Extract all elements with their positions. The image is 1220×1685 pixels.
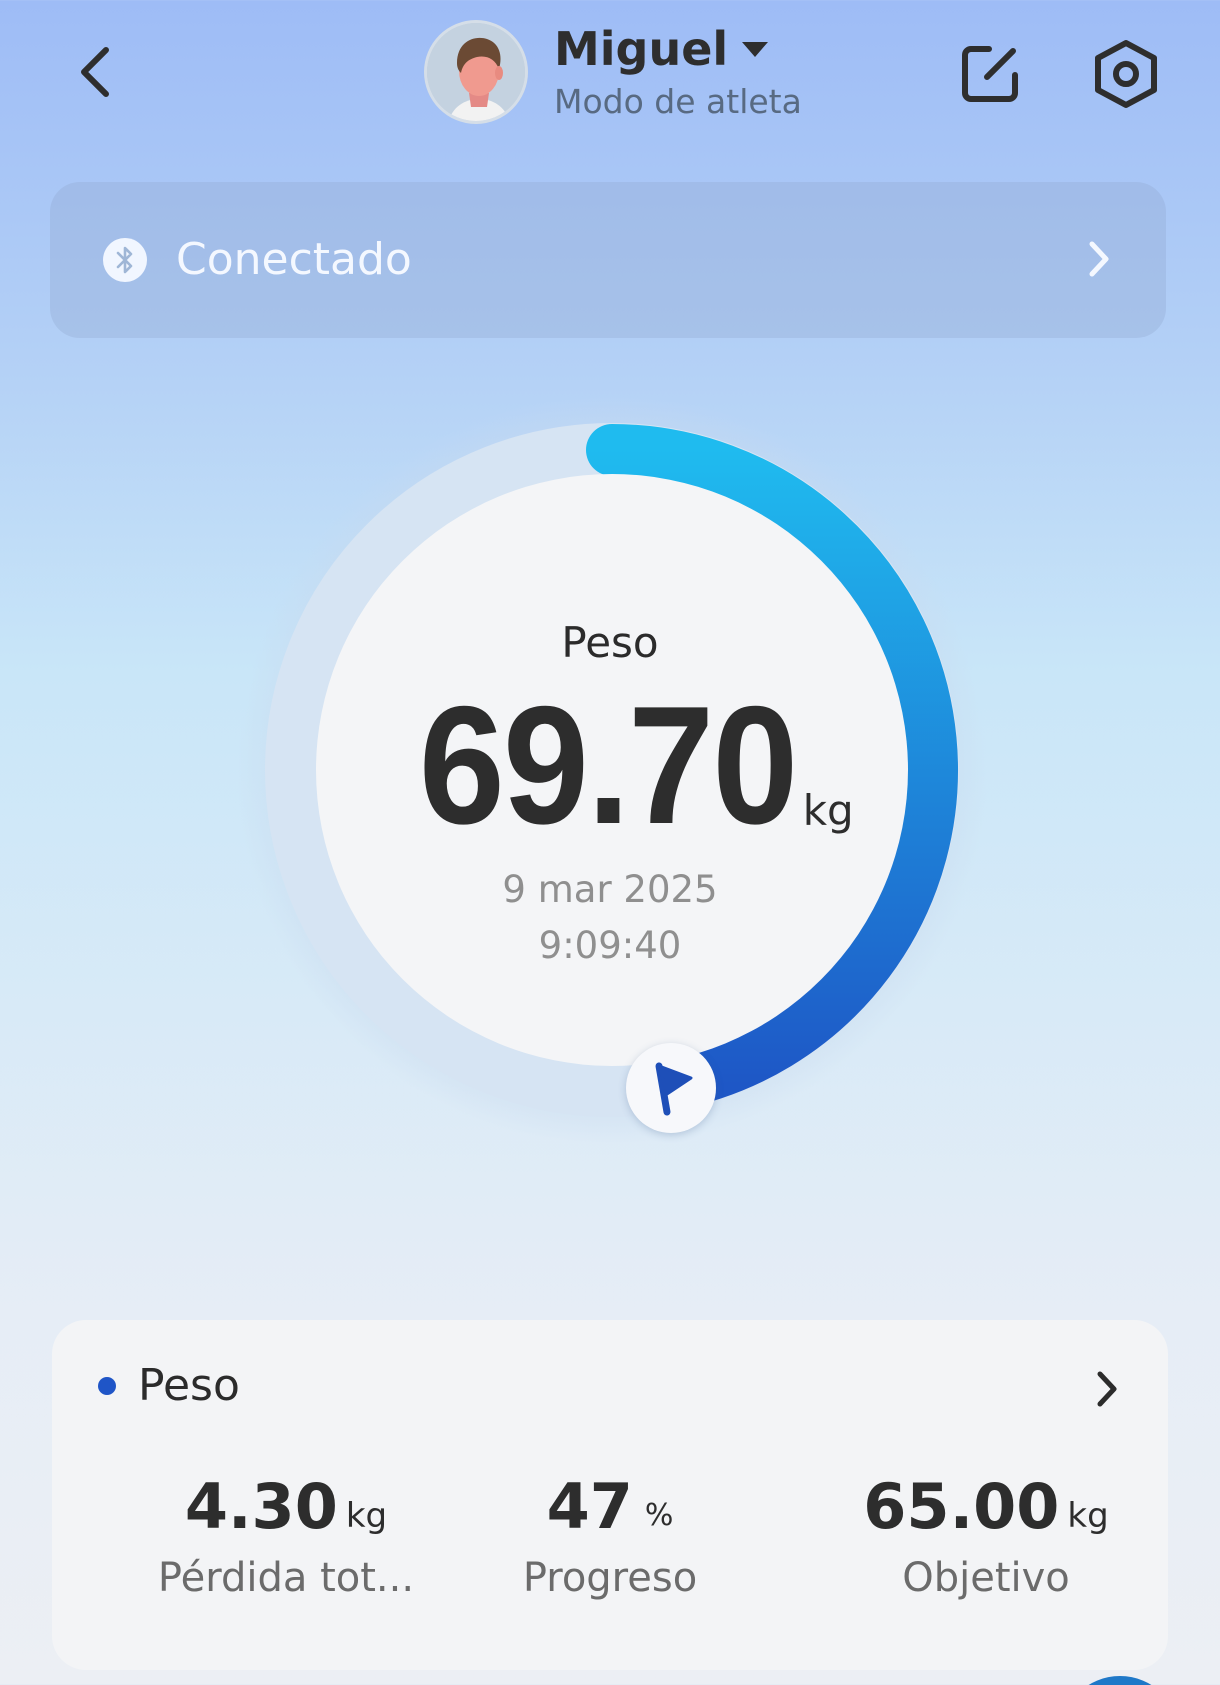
measurement-date: 9 mar 2025 bbox=[502, 868, 718, 911]
stat-value: 4.30 bbox=[184, 1470, 338, 1543]
measurement-time: 9:09:40 bbox=[538, 924, 682, 967]
profile-selector[interactable]: Miguel bbox=[554, 20, 769, 78]
stat-label: Objetivo bbox=[902, 1555, 1070, 1601]
caret-down-icon bbox=[742, 41, 769, 57]
stat-unit: kg bbox=[345, 1496, 388, 1536]
edit-button[interactable] bbox=[956, 38, 1026, 108]
avatar[interactable] bbox=[424, 20, 528, 124]
gauge-reading: 69.70 kg bbox=[400, 671, 854, 859]
series-dot bbox=[98, 1377, 116, 1395]
stat-total-loss: 4.30 kg Pérdida tot... bbox=[136, 1470, 436, 1604]
weight-value: 69.70 bbox=[419, 671, 798, 859]
settings-hexagon-icon bbox=[1095, 40, 1157, 108]
floating-action-button[interactable] bbox=[1060, 1676, 1180, 1685]
chevron-right-icon bbox=[1089, 241, 1109, 277]
connection-status-bar[interactable]: Conectado bbox=[50, 182, 1166, 338]
stat-value: 47 bbox=[546, 1470, 633, 1543]
stat-unit: kg bbox=[1067, 1496, 1109, 1536]
back-button[interactable] bbox=[66, 42, 126, 102]
profile-name: Miguel bbox=[554, 22, 729, 76]
profile-mode: Modo de atleta bbox=[554, 82, 802, 121]
settings-button[interactable] bbox=[1088, 36, 1164, 112]
stat-value: 65.00 bbox=[863, 1470, 1060, 1543]
bluetooth-icon bbox=[103, 238, 147, 282]
stat-label: Progreso bbox=[522, 1555, 698, 1601]
weight-unit: kg bbox=[802, 786, 854, 835]
chevron-left-icon bbox=[81, 47, 109, 97]
connection-status-label: Conectado bbox=[176, 234, 412, 285]
avatar-illustration bbox=[427, 23, 525, 121]
stat-label: Pérdida tot... bbox=[157, 1555, 415, 1601]
weight-summary-card: Peso 4.30 kg Pérdida tot... 47 % Progres… bbox=[52, 1320, 1168, 1670]
edit-square-icon bbox=[962, 46, 1018, 102]
stat-goal: 65.00 kg Objetivo bbox=[836, 1470, 1136, 1604]
stat-unit: % bbox=[644, 1498, 674, 1533]
flag-icon bbox=[655, 1062, 693, 1116]
weight-card-header[interactable]: Peso bbox=[52, 1320, 1168, 1450]
chevron-right-icon bbox=[1097, 1371, 1117, 1407]
card-title: Peso bbox=[138, 1360, 240, 1411]
goal-marker[interactable] bbox=[626, 1043, 716, 1133]
gauge-label: Peso bbox=[561, 618, 659, 667]
stat-progress: 47 % Progreso bbox=[460, 1470, 760, 1604]
